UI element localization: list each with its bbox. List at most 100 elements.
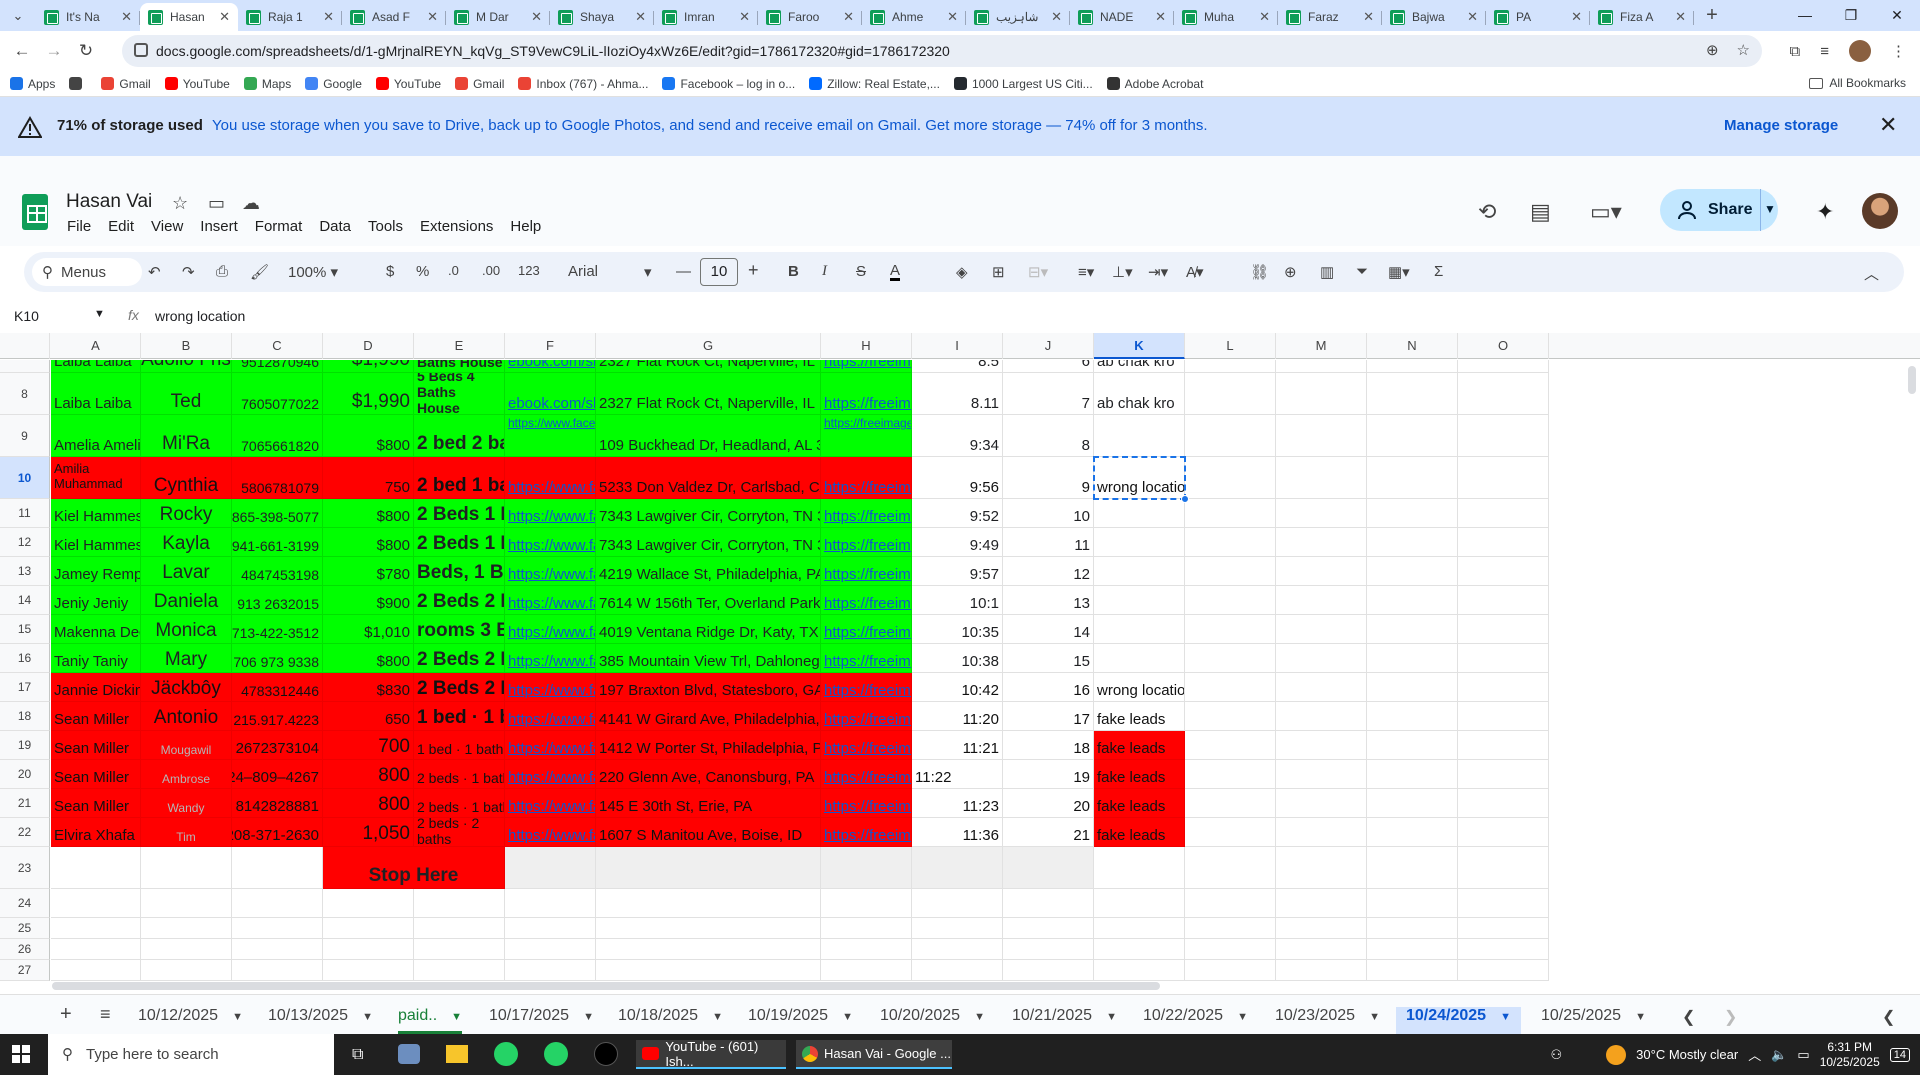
cell-n13[interactable] xyxy=(1367,557,1458,586)
cell-e15[interactable]: rooms 3 Bath xyxy=(414,615,505,644)
row-header[interactable]: 15 xyxy=(0,615,50,644)
cell-f15[interactable]: https://www.face xyxy=(505,615,596,644)
browser-tab[interactable]: Shaya ✕ xyxy=(550,3,654,31)
cell-g10[interactable]: 5233 Don Valdez Dr, Carlsbad, CA 92010 xyxy=(596,457,821,499)
cell-n15[interactable] xyxy=(1367,615,1458,644)
cell-m13[interactable] xyxy=(1276,557,1367,586)
close-tab-icon[interactable]: ✕ xyxy=(1051,9,1062,25)
cell-m22[interactable] xyxy=(1276,818,1367,847)
cell-c25[interactable] xyxy=(232,918,323,939)
people-icon[interactable]: ⚇ xyxy=(1551,1047,1563,1063)
cell-g22[interactable]: 1607 S Manitou Ave, Boise, ID xyxy=(596,818,821,847)
browser-tab[interactable]: Asad F ✕ xyxy=(342,3,446,31)
sheet-tab-caret-icon[interactable]: ▼ xyxy=(712,1011,723,1023)
browser-tab[interactable]: M Dar ✕ xyxy=(446,3,550,31)
taskbar-youtube-app[interactable]: YouTube - (601) Ish... xyxy=(636,1039,786,1069)
cell-g19[interactable]: 1412 W Porter St, Philadelphia, PA xyxy=(596,731,821,760)
close-tab-icon[interactable]: ✕ xyxy=(1571,9,1582,25)
cell-d22[interactable]: 1,050 xyxy=(323,818,414,847)
cell-l27[interactable] xyxy=(1185,960,1276,981)
menu-file[interactable]: File xyxy=(67,218,91,235)
cell-g23[interactable] xyxy=(596,847,821,889)
cell-l7[interactable] xyxy=(1185,360,1276,373)
cell-m27[interactable] xyxy=(1276,960,1367,981)
cell-o19[interactable] xyxy=(1458,731,1549,760)
gemini-icon[interactable]: ✦ xyxy=(1816,199,1834,225)
cell-o12[interactable] xyxy=(1458,528,1549,557)
cell-m26[interactable] xyxy=(1276,939,1367,960)
cell-f7[interactable]: ebook.com/share xyxy=(505,360,596,373)
cell-i16[interactable]: 10:38 xyxy=(912,644,1003,673)
cell-a13[interactable]: Jamey Rempel xyxy=(51,557,141,586)
close-tab-icon[interactable]: ✕ xyxy=(323,9,334,25)
cell-b26[interactable] xyxy=(141,939,232,960)
cell-a24[interactable] xyxy=(51,889,141,918)
cell-o14[interactable] xyxy=(1458,586,1549,615)
cell-k7[interactable]: ab chak kro xyxy=(1094,360,1185,373)
browser-tab[interactable]: Muha ✕ xyxy=(1174,3,1278,31)
bookmark-item[interactable]: 1000 Largest US Citi... xyxy=(953,77,1093,91)
manage-storage-button[interactable]: Manage storage xyxy=(1724,117,1838,134)
cell-g15[interactable]: 4019 Ventana Ridge Dr, Katy, TX 7749 xyxy=(596,615,821,644)
collapse-toolbar-icon[interactable]: ︿ xyxy=(1864,263,1879,284)
cell-h21[interactable]: https://freeimage xyxy=(821,789,912,818)
cell-l22[interactable] xyxy=(1185,818,1276,847)
cell-e11[interactable]: 2 Beds 1 Bath xyxy=(414,499,505,528)
row-header[interactable]: 14 xyxy=(0,586,50,615)
cell-g25[interactable] xyxy=(596,918,821,939)
cell-c15[interactable]: 713-422-3512 xyxy=(232,615,323,644)
cell-i14[interactable]: 10:1 xyxy=(912,586,1003,615)
cell-b16[interactable]: Mary xyxy=(141,644,232,673)
cell-m8[interactable] xyxy=(1276,373,1367,415)
sheet-tab-caret-icon[interactable]: ▼ xyxy=(451,1011,462,1023)
cell-c7[interactable]: 9512870946 xyxy=(232,360,323,373)
cell-h17[interactable]: https://freeimage xyxy=(821,673,912,702)
row-header[interactable]: 20 xyxy=(0,760,50,789)
cell-b12[interactable]: Kayla xyxy=(141,528,232,557)
close-tab-icon[interactable]: ✕ xyxy=(843,9,854,25)
cell-k19[interactable]: fake leads xyxy=(1094,731,1185,760)
task-view-icon[interactable]: ⧉ xyxy=(352,1040,363,1069)
cell-e21[interactable]: 2 beds · 1 bath xyxy=(414,789,505,818)
cell-b13[interactable]: Lavar xyxy=(141,557,232,586)
volume-icon[interactable]: 🔈 xyxy=(1771,1047,1787,1063)
merge-cells-icon[interactable]: ⊟▾ xyxy=(1028,263,1048,281)
cell-f23[interactable] xyxy=(505,847,596,889)
cell-g14[interactable]: 7614 W 156th Ter, Overland Park, KS xyxy=(596,586,821,615)
cell-l21[interactable] xyxy=(1185,789,1276,818)
cell-h16[interactable]: https://freeimage xyxy=(821,644,912,673)
cell-a9[interactable]: Amelia Amelia xyxy=(51,415,141,457)
cell-e10[interactable]: 2 bed 1 bath hou xyxy=(414,457,505,499)
cell-f10[interactable]: https://www.face xyxy=(505,457,596,499)
cell-k12[interactable] xyxy=(1094,528,1185,557)
column-header-m[interactable]: M xyxy=(1276,333,1367,359)
cell-j24[interactable] xyxy=(1003,889,1094,918)
cell-a23[interactable] xyxy=(51,847,141,889)
cell-j20[interactable]: 19 xyxy=(1003,760,1094,789)
sheet-tab[interactable]: 10/20/2025 ▼ xyxy=(880,1007,985,1025)
cell-l18[interactable] xyxy=(1185,702,1276,731)
site-info-icon[interactable] xyxy=(134,43,148,57)
bookmark-item[interactable]: Gmail xyxy=(455,77,504,91)
sheet-tab-caret-icon[interactable]: ▼ xyxy=(1369,1011,1380,1023)
back-icon[interactable]: ← xyxy=(6,41,38,61)
cell-g16[interactable]: 385 Mountain View Trl, Dahlonega, GA xyxy=(596,644,821,673)
cell-f19[interactable]: https://www.face xyxy=(505,731,596,760)
sheet-tab[interactable]: 10/12/2025 ▼ xyxy=(138,1007,243,1025)
row-header[interactable]: 27 xyxy=(0,960,50,981)
media-icon[interactable]: ≡ xyxy=(1820,43,1829,60)
cell-h14[interactable]: https://freeimage xyxy=(821,586,912,615)
cell-a25[interactable] xyxy=(51,918,141,939)
browser-tab[interactable]: Faraz ✕ xyxy=(1278,3,1382,31)
cell-a22[interactable]: Elvira Xhafa xyxy=(51,818,141,847)
cell-e13[interactable]: Beds, 1 Bath xyxy=(414,557,505,586)
cell-m15[interactable] xyxy=(1276,615,1367,644)
borders-icon[interactable]: ⊞ xyxy=(992,263,1005,281)
doc-title[interactable]: Hasan Vai xyxy=(66,191,152,213)
cell-g11[interactable]: 7343 Lawgiver Cir, Corryton, TN 3772 xyxy=(596,499,821,528)
cell-l17[interactable] xyxy=(1185,673,1276,702)
cell-k26[interactable] xyxy=(1094,939,1185,960)
cell-b10[interactable]: Cynthia xyxy=(141,457,232,499)
cell-e14[interactable]: 2 Beds 2 Bath xyxy=(414,586,505,615)
cell-o10[interactable] xyxy=(1458,457,1549,499)
